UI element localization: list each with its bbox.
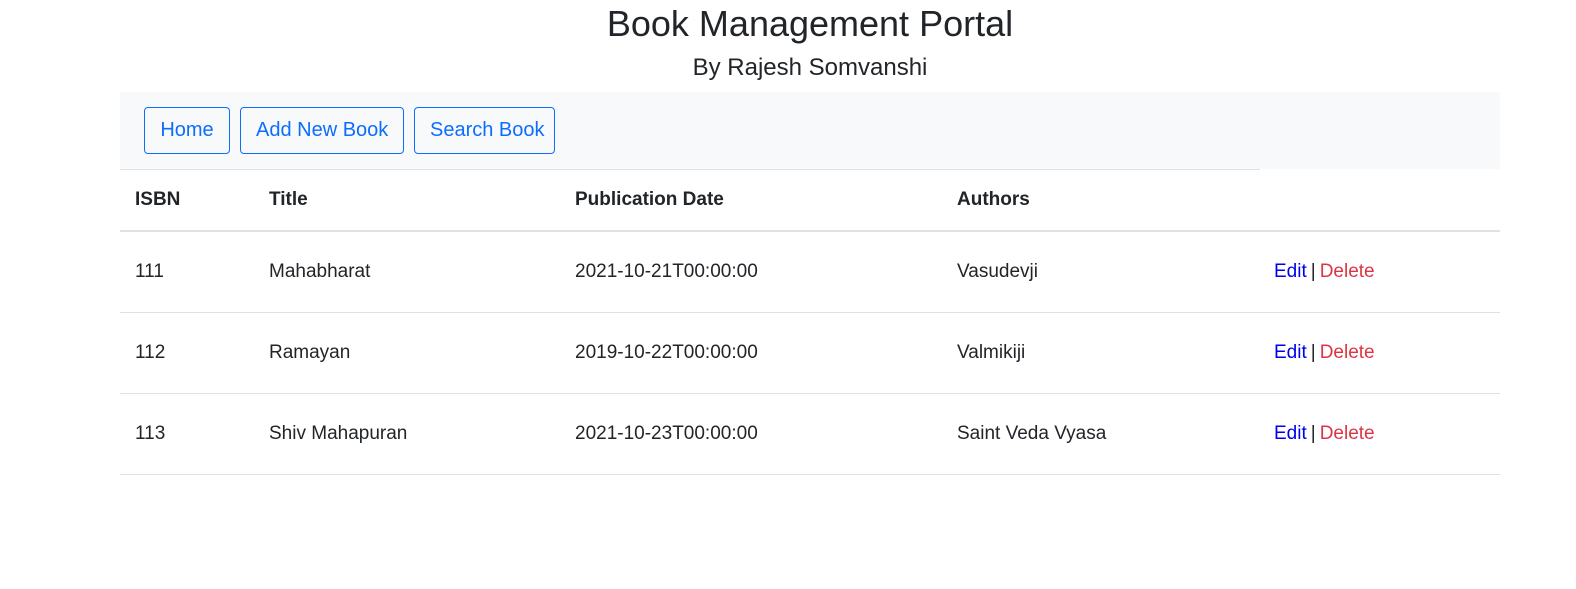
cell-isbn: 112 (120, 312, 254, 394)
cell-publication-date: 2019-10-22T00:00:00 (560, 312, 942, 394)
column-header-title: Title (254, 170, 560, 232)
cell-publication-date: 2021-10-23T00:00:00 (560, 393, 942, 475)
table-row: 111 Mahabharat 2021-10-21T00:00:00 Vasud… (120, 231, 1500, 313)
cell-actions: Edit | Delete (1259, 312, 1500, 394)
edit-link[interactable]: Edit (1274, 423, 1307, 444)
action-separator: | (1310, 342, 1316, 363)
search-book-button[interactable]: Search Book (414, 107, 555, 154)
page-title: Book Management Portal (606, 3, 1014, 44)
cell-actions: Edit | Delete (1259, 393, 1500, 475)
page: Book Management Portal By Rajesh Somvans… (0, 0, 1576, 589)
table-row: 112 Ramayan 2019-10-22T00:00:00 Valmikij… (120, 312, 1500, 394)
navbar: Home Add New Book Search Book (120, 92, 1500, 169)
add-new-book-button[interactable]: Add New Book (240, 107, 404, 154)
action-separator: | (1310, 423, 1316, 444)
edit-link[interactable]: Edit (1274, 261, 1307, 282)
table-header-row: ISBN Title Publication Date Authors (120, 170, 1500, 232)
action-separator: | (1310, 261, 1316, 282)
column-header-publication-date: Publication Date (560, 170, 942, 232)
cell-isbn: 113 (120, 393, 254, 475)
table-row: 113 Shiv Mahapuran 2021-10-23T00:00:00 S… (120, 393, 1500, 475)
edit-link[interactable]: Edit (1274, 342, 1307, 363)
cell-authors: Saint Veda Vyasa (942, 393, 1259, 475)
delete-link[interactable]: Delete (1320, 261, 1375, 282)
delete-link[interactable]: Delete (1320, 423, 1375, 444)
cell-title: Mahabharat (254, 231, 560, 313)
cell-authors: Valmikiji (942, 312, 1259, 394)
column-header-authors: Authors (942, 170, 1259, 232)
page-subtitle: By Rajesh Somvanshi (692, 54, 928, 81)
books-table: ISBN Title Publication Date Authors 111 … (120, 170, 1500, 475)
cell-authors: Vasudevji (942, 231, 1259, 313)
cell-title: Ramayan (254, 312, 560, 394)
cell-actions: Edit | Delete (1259, 231, 1500, 313)
column-header-actions (1259, 170, 1500, 232)
cell-isbn: 111 (120, 231, 254, 313)
column-header-isbn: ISBN (120, 170, 254, 232)
home-button[interactable]: Home (144, 107, 230, 154)
cell-title: Shiv Mahapuran (254, 393, 560, 475)
delete-link[interactable]: Delete (1320, 342, 1375, 363)
cell-publication-date: 2021-10-21T00:00:00 (560, 231, 942, 313)
